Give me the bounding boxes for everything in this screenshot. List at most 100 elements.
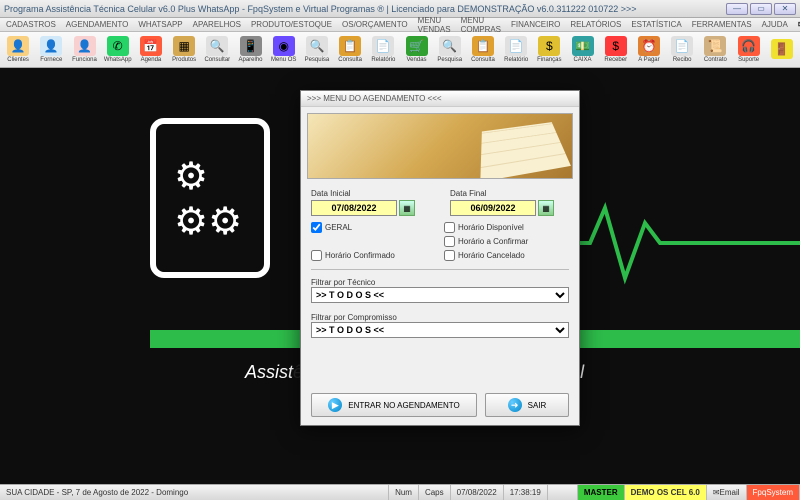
menu-ferramentas[interactable]: FERRAMENTAS [692, 20, 752, 29]
menu-ajuda[interactable]: AJUDA [762, 20, 788, 29]
brand-logo: ⚙⚙⚙ [150, 118, 270, 278]
menu-cadastros[interactable]: CADASTROS [6, 20, 56, 29]
menu-estatística[interactable]: ESTATÍSTICA [631, 20, 681, 29]
menu os-icon: ◉ [273, 36, 295, 56]
pesquisa-icon: 🔍 [439, 36, 461, 56]
menu-menu compras[interactable]: MENU COMPRAS [461, 16, 501, 34]
status-bar: SUA CIDADE - SP, 7 de Agosto de 2022 - D… [0, 484, 800, 500]
chk-horario-cancelado[interactable]: Horário Cancelado [444, 250, 569, 261]
toolbar-consultar[interactable]: 🔍Consultar [201, 33, 233, 67]
maximize-button[interactable]: ▭ [750, 3, 772, 15]
toolbar-pesquisa[interactable]: 🔍Pesquisa [301, 33, 333, 67]
exit-icon: 🚪 [771, 39, 793, 59]
close-button[interactable]: ✕ [774, 3, 796, 15]
toolbar-exit[interactable]: 🚪 [766, 33, 798, 67]
relatório-icon: 📄 [372, 36, 394, 56]
toolbar-clientes[interactable]: 👤Clientes [2, 33, 34, 67]
toolbar-aparelho[interactable]: 📱Aparelho [234, 33, 266, 67]
dialog-header-image [307, 113, 573, 179]
toolbar-fornece[interactable]: 👤Fornece [35, 33, 67, 67]
finanças-icon: $ [538, 36, 560, 56]
menu-produto/estoque[interactable]: PRODUTO/ESTOQUE [251, 20, 332, 29]
toolbar-receber[interactable]: $Receber [600, 33, 632, 67]
menu-whatsapp[interactable]: WHATSAPP [138, 20, 182, 29]
gears-icon: ⚙⚙⚙ [174, 154, 242, 244]
window-titlebar: Programa Assistência Técnica Celular v6.… [0, 0, 800, 18]
toolbar-recibo[interactable]: 📄Recibo [666, 33, 698, 67]
data-inicial-input[interactable] [311, 200, 397, 216]
toolbar-agenda[interactable]: 📅Agenda [135, 33, 167, 67]
data-final-picker-button[interactable]: ▦ [538, 200, 554, 216]
contrato-icon: 📜 [704, 36, 726, 56]
sair-button[interactable]: ➜SAIR [485, 393, 569, 417]
dialog-title: >>> MENU DO AGENDAMENTO <<< [301, 91, 579, 107]
suporte-icon: 🎧 [738, 36, 760, 56]
status-gap [548, 485, 578, 500]
clientes-icon: 👤 [7, 36, 29, 56]
chk-horario-confirmado[interactable]: Horário Confirmado [311, 250, 436, 261]
toolbar-relatório[interactable]: 📄Relatório [367, 33, 399, 67]
filtro-compromisso-label: Filtrar por Compromisso [311, 313, 569, 322]
menu-menu vendas[interactable]: MENU VENDAS [418, 16, 451, 34]
funciona-icon: 👤 [74, 36, 96, 56]
menu-financeiro[interactable]: FINANCEIRO [511, 20, 560, 29]
status-system[interactable]: FpqSystem [747, 485, 800, 500]
data-final-input[interactable] [450, 200, 536, 216]
relatório-icon: 📄 [505, 36, 527, 56]
status-email[interactable]: ✉ Email [707, 485, 747, 500]
toolbar-suporte[interactable]: 🎧Suporte [732, 33, 764, 67]
toolbar-caixa[interactable]: 💵CAIXA [566, 33, 598, 67]
toolbar-whatsapp[interactable]: ✆WhatsApp [102, 33, 134, 67]
pesquisa-icon: 🔍 [306, 36, 328, 56]
menu-os/orçamento[interactable]: OS/ORÇAMENTO [342, 20, 408, 29]
enter-icon: ▶ [328, 398, 342, 412]
minimize-button[interactable]: — [726, 3, 748, 15]
toolbar-a pagar[interactable]: ⏰A Pagar [633, 33, 665, 67]
consulta-icon: 📋 [472, 36, 494, 56]
agendamento-dialog: >>> MENU DO AGENDAMENTO <<< Data Inicial… [300, 90, 580, 426]
agenda-icon: 📅 [140, 36, 162, 56]
a pagar-icon: ⏰ [638, 36, 660, 56]
consultar-icon: 🔍 [206, 36, 228, 56]
status-num: Num [389, 485, 419, 500]
filtro-tecnico-select[interactable]: >> T O D O S << [311, 287, 569, 303]
status-caps: Caps [419, 485, 451, 500]
chk-horario-disponivel[interactable]: Horário Disponível [444, 222, 569, 233]
receber-icon: $ [605, 36, 627, 56]
status-master: MASTER [578, 485, 625, 500]
toolbar-finanças[interactable]: $Finanças [533, 33, 565, 67]
toolbar-pesquisa[interactable]: 🔍Pesquisa [434, 33, 466, 67]
toolbar-funciona[interactable]: 👤Funciona [68, 33, 100, 67]
chk-geral[interactable]: GERAL [311, 222, 436, 233]
status-location: SUA CIDADE - SP, 7 de Agosto de 2022 - D… [0, 485, 389, 500]
filtro-tecnico-label: Filtrar por Técnico [311, 278, 569, 287]
toolbar-contrato[interactable]: 📜Contrato [699, 33, 731, 67]
aparelho-icon: 📱 [240, 36, 262, 56]
toolbar-menu os[interactable]: ◉Menu OS [268, 33, 300, 67]
exit-icon: ➜ [508, 398, 522, 412]
entrar-agendamento-button[interactable]: ▶ENTRAR NO AGENDAMENTO [311, 393, 477, 417]
data-inicial-label: Data Inicial [311, 189, 430, 198]
recibo-icon: 📄 [671, 36, 693, 56]
toolbar-vendas[interactable]: 🛒Vendas [400, 33, 432, 67]
window-title: Programa Assistência Técnica Celular v6.… [4, 4, 726, 14]
status-date: 07/08/2022 [451, 485, 504, 500]
produtos-icon: ▦ [173, 36, 195, 56]
menu-relatórios[interactable]: RELATÓRIOS [570, 20, 621, 29]
data-final-label: Data Final [450, 189, 569, 198]
toolbar-produtos[interactable]: ▦Produtos [168, 33, 200, 67]
toolbar-consulta[interactable]: 📋Consulta [467, 33, 499, 67]
menu-bar: CADASTROS AGENDAMENTO WHATSAPP APARELHOS PRO… [0, 18, 800, 32]
consulta-icon: 📋 [339, 36, 361, 56]
status-demo: DEMO OS CEL 6.0 [625, 485, 707, 500]
caixa-icon: 💵 [572, 36, 594, 56]
menu-aparelhos[interactable]: APARELHOS [193, 20, 241, 29]
menu-agendamento[interactable]: AGENDAMENTO [66, 20, 129, 29]
filtro-compromisso-select[interactable]: >> T O D O S << [311, 322, 569, 338]
data-inicial-picker-button[interactable]: ▦ [399, 200, 415, 216]
main-toolbar: 👤Clientes👤Fornece👤Funciona✆WhatsApp📅Agen… [0, 32, 800, 68]
toolbar-consulta[interactable]: 📋Consulta [334, 33, 366, 67]
fornece-icon: 👤 [40, 36, 62, 56]
chk-horario-confirmar[interactable]: Horário a Confirmar [444, 236, 569, 247]
toolbar-relatório[interactable]: 📄Relatório [500, 33, 532, 67]
